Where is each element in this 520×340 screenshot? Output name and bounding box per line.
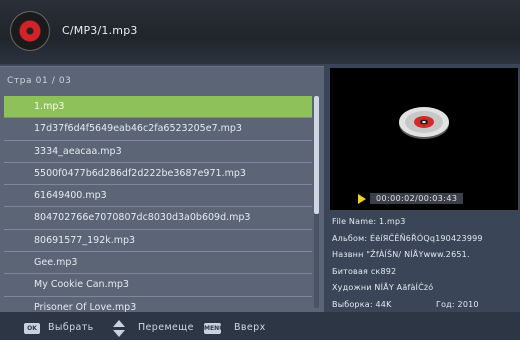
info-bitrate: Битовая ск892 [332, 266, 397, 276]
info-sample: Выборка: 44K [332, 299, 392, 309]
select-hint: Выбрать [48, 322, 94, 333]
file-list-item[interactable]: 61649400.mp3 [4, 185, 312, 208]
ok-key-icon: OK [24, 323, 40, 334]
file-list-item[interactable]: Gee.mp3 [4, 252, 312, 275]
scrollbar-thumb[interactable] [314, 96, 319, 214]
file-list-item-selected[interactable]: 1.mp3 [4, 96, 312, 119]
header-bar: C/MP3/1.mp3 [0, 0, 520, 64]
preview-area: 00:00:02/00:03:43 [330, 68, 518, 210]
file-list: 1.mp3 17d37f6d4f5649eab46c2fa6523205e7.m… [4, 96, 312, 319]
info-album: Альбом: ÉëíЯĈÊÑ6ŘÓQq190423999 [332, 233, 483, 243]
file-list-item[interactable]: 5500f0477b6d286df2d222be3687e971.mp3 [4, 163, 312, 186]
playback-time: 00:00:02/00:03:43 [370, 193, 464, 204]
bottom-hint-bar: OK Выбрать Перемеще MENU Вверх [0, 312, 520, 340]
page-indicator: Стра 01 / 03 [7, 76, 72, 86]
info-year: Год: 2010 [436, 299, 479, 309]
track-info: File Name: 1.mp3 Альбом: ÉëíЯĈÊÑ6ŘÓQq190… [332, 214, 518, 312]
file-list-item[interactable]: My Cookie Can.mp3 [4, 274, 312, 297]
file-list-item[interactable]: 17d37f6d4f5649eab46c2fa6523205e7.mp3 [4, 118, 312, 141]
move-hint: Перемеще [138, 322, 194, 333]
file-list-item[interactable]: 3334_aeacaa.mp3 [4, 141, 312, 163]
play-icon [358, 194, 366, 204]
menu-key-icon: MENU [204, 323, 224, 334]
list-scrollbar[interactable] [314, 96, 319, 308]
info-title: Назвнн "ŽfÀĺŠN/ NÍÅYwww.2651. [332, 250, 470, 260]
cd-icon [399, 107, 449, 139]
info-artist: Художни NİÅY AäfàÍĈżó [332, 283, 434, 293]
file-list-panel: Стра 01 / 03 1.mp3 17d37f6d4f5649eab46c2… [0, 66, 324, 319]
info-sample-year: Выборка: 44K Год: 2010 [332, 297, 518, 312]
file-list-item[interactable]: 804702766e7070807dc8030d3a0b609d.mp3 [4, 207, 312, 230]
info-file-name: File Name: 1.mp3 [332, 217, 406, 226]
music-disc-icon [10, 11, 50, 51]
up-hint: Вверх [234, 322, 266, 333]
up-down-arrows-icon [113, 320, 125, 337]
current-path: C/MP3/1.mp3 [62, 24, 138, 37]
file-list-item[interactable]: 80691577_192k.mp3 [4, 230, 312, 253]
